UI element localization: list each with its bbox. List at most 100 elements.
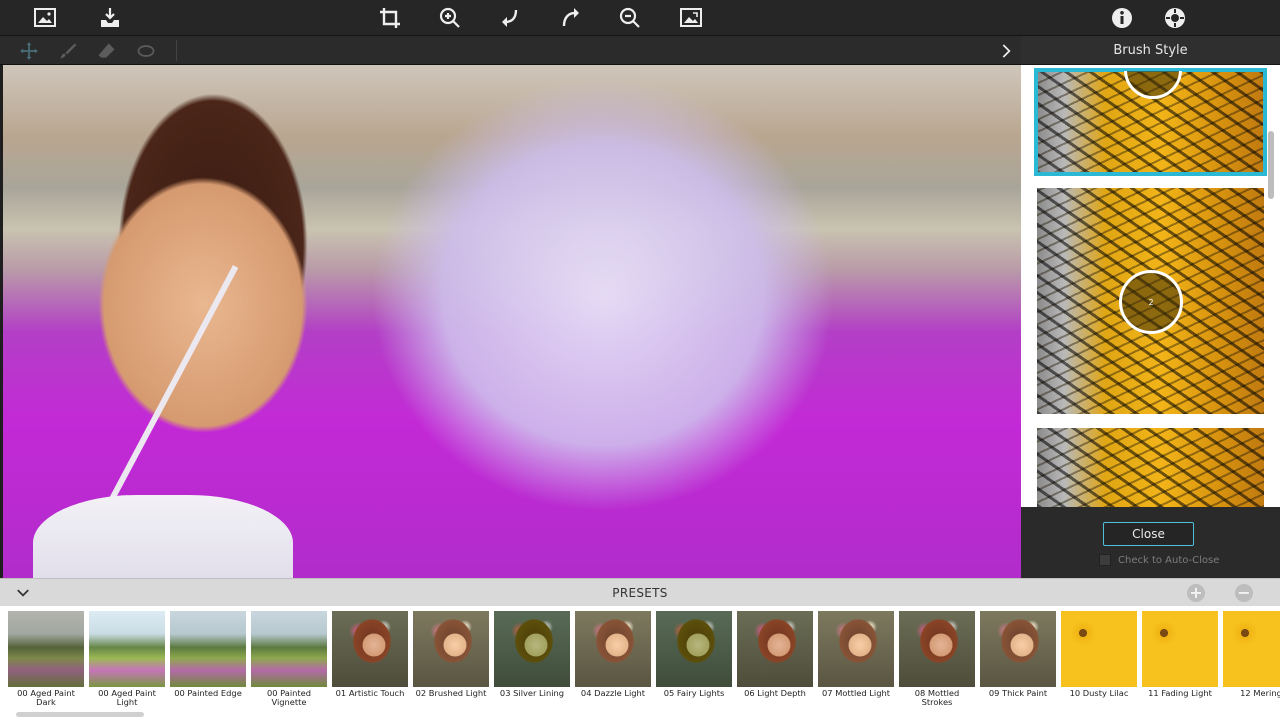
fit-image-button[interactable]	[676, 4, 706, 32]
brush-tool-icon	[60, 43, 77, 59]
brush-size-indicator: 2	[1119, 270, 1183, 334]
preset-preview-image	[89, 611, 165, 687]
preset-preview-image	[413, 611, 489, 687]
chevron-right-icon	[1002, 44, 1011, 58]
top-toolbar	[0, 0, 1280, 36]
preset-label: 09 Thick Paint	[988, 688, 1048, 698]
redo-icon	[562, 8, 579, 27]
zoom-out-icon	[619, 7, 640, 28]
move-tool-button[interactable]	[17, 39, 41, 63]
preset-thumbnail[interactable]: 12 Mering	[1223, 611, 1280, 698]
undo-button[interactable]	[495, 4, 525, 32]
open-image-button[interactable]	[30, 4, 60, 32]
preset-thumbnail[interactable]: 00 Aged Paint Light	[89, 611, 165, 707]
preset-label: 01 Artistic Touch	[335, 688, 405, 698]
preset-label: 07 Mottled Light	[822, 688, 890, 698]
undo-icon	[502, 9, 518, 27]
zoom-out-button[interactable]	[615, 4, 645, 32]
add-preset-button[interactable]: +	[1187, 584, 1205, 602]
preset-label: 03 Silver Lining	[499, 688, 565, 698]
preset-label: 04 Dazzle Light	[580, 688, 646, 698]
preset-thumbnail[interactable]: 11 Fading Light	[1142, 611, 1218, 698]
lasso-tool-button[interactable]	[134, 39, 158, 63]
save-button[interactable]	[95, 4, 125, 32]
auto-close-option[interactable]: Check to Auto-Close	[1099, 554, 1219, 566]
preset-thumbnail[interactable]: 01 Artistic Touch	[332, 611, 408, 698]
preset-thumbnail[interactable]: 06 Light Depth	[737, 611, 813, 698]
zoom-in-icon	[439, 7, 460, 28]
info-icon	[1112, 8, 1132, 28]
preset-thumbnail[interactable]: 03 Silver Lining	[494, 611, 570, 698]
preset-thumbnail[interactable]: 10 Dusty Lilac	[1061, 611, 1137, 698]
save-icon	[101, 8, 119, 27]
preset-label: 00 Aged Paint Dark	[17, 688, 75, 707]
fit-image-icon	[680, 8, 702, 27]
image-canvas[interactable]	[3, 65, 1021, 578]
zoom-in-button[interactable]	[435, 4, 465, 32]
presets-header: PRESETS + −	[0, 578, 1280, 606]
preset-thumbnail[interactable]: 08 Mottled Strokes	[899, 611, 975, 707]
preset-preview-image	[1061, 611, 1137, 687]
plus-icon: +	[1189, 583, 1203, 602]
preset-label: 00 Aged Paint Light	[98, 688, 156, 707]
preset-preview-image	[8, 611, 84, 687]
brush-list-scrollbar[interactable]	[1268, 99, 1274, 499]
preset-preview-image	[251, 611, 327, 687]
info-button[interactable]	[1107, 4, 1137, 32]
preset-thumbnail[interactable]: 05 Fairy Lights	[656, 611, 732, 698]
preset-preview-image	[170, 611, 246, 687]
expand-panel-button[interactable]	[995, 40, 1017, 62]
auto-close-label: Check to Auto-Close	[1118, 554, 1220, 566]
preset-thumbnail[interactable]: 00 Painted Vignette	[251, 611, 327, 707]
preset-label: 02 Brushed Light	[415, 688, 487, 698]
preset-thumbnail[interactable]: 09 Thick Paint	[980, 611, 1056, 698]
preset-thumbnail[interactable]: 07 Mottled Light	[818, 611, 894, 698]
preset-label: 11 Fading Light	[1148, 688, 1212, 698]
preset-preview-image	[494, 611, 570, 687]
auto-close-checkbox[interactable]	[1099, 554, 1111, 566]
redo-button[interactable]	[556, 4, 586, 32]
settings-icon	[1165, 8, 1185, 28]
minus-icon: −	[1237, 583, 1251, 602]
scroll-thumb[interactable]	[1268, 131, 1274, 199]
preset-label: 08 Mottled Strokes	[914, 688, 960, 707]
brush-swatch-1[interactable]	[1034, 68, 1267, 176]
brush-tool-button[interactable]	[56, 39, 80, 63]
preset-preview-image	[980, 611, 1056, 687]
brush-style-panel: Brush Style 2 Close Check to Auto-Close	[1021, 36, 1280, 578]
presets-strip[interactable]: 00 Aged Paint Dark 00 Aged Paint Light 00 …	[0, 606, 1280, 720]
preset-thumbnail[interactable]: 02 Brushed Light	[413, 611, 489, 698]
tool-separator	[176, 40, 177, 61]
brush-style-list[interactable]: 2	[1021, 65, 1280, 507]
panel-title: Brush Style	[1021, 36, 1280, 65]
preset-label: 10 Dusty Lilac	[1069, 688, 1129, 698]
preset-thumbnail[interactable]: 00 Painted Edge	[170, 611, 246, 698]
preset-preview-image	[656, 611, 732, 687]
preset-label: 00 Painted Vignette	[266, 688, 312, 707]
tool-strip	[0, 36, 1021, 65]
eraser-tool-button[interactable]	[95, 39, 119, 63]
move-tool-icon	[20, 42, 38, 60]
preset-label: 12 Mering	[1240, 688, 1280, 698]
preset-label: 00 Painted Edge	[174, 688, 242, 698]
open-image-icon	[34, 8, 56, 27]
close-button[interactable]: Close	[1103, 522, 1194, 546]
brush-swatch-3[interactable]	[1037, 428, 1264, 507]
presets-scrollbar[interactable]	[16, 712, 144, 717]
preset-preview-image	[332, 611, 408, 687]
preset-preview-image	[1142, 611, 1218, 687]
settings-button[interactable]	[1160, 4, 1190, 32]
presets-title: PRESETS	[612, 586, 668, 600]
brush-swatch-2[interactable]: 2	[1037, 188, 1264, 414]
crop-button[interactable]	[375, 4, 405, 32]
remove-preset-button[interactable]: −	[1235, 584, 1253, 602]
dress-area	[33, 495, 293, 578]
preset-label: 05 Fairy Lights	[663, 688, 725, 698]
preset-preview-image	[899, 611, 975, 687]
preset-thumbnail[interactable]: 04 Dazzle Light	[575, 611, 651, 698]
preset-preview-image	[1223, 611, 1280, 687]
collapse-presets-button[interactable]	[14, 585, 32, 601]
preset-thumbnail[interactable]: 00 Aged Paint Dark	[8, 611, 84, 707]
lasso-tool-icon	[137, 45, 155, 57]
preset-preview-image	[575, 611, 651, 687]
